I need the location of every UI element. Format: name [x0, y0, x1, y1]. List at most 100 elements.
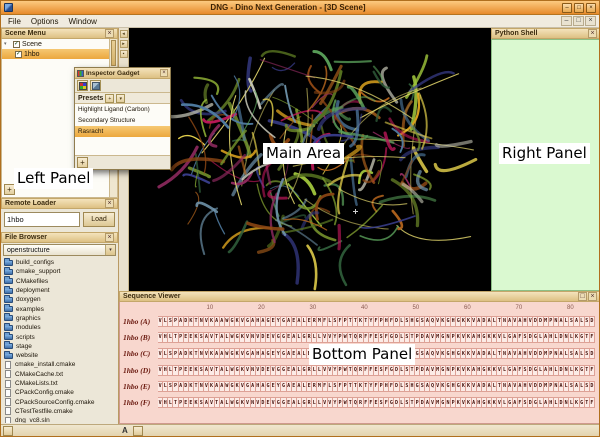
minimize-button[interactable]: –	[562, 3, 572, 13]
file-browser-item[interactable]: doxygen	[1, 295, 118, 304]
file-browser-item[interactable]: CMakefiles	[1, 277, 118, 286]
preset-item[interactable]: Rasracht	[75, 126, 170, 137]
close-icon[interactable]: ×	[105, 29, 114, 38]
file-icon	[5, 417, 11, 423]
statusbar: A	[1, 424, 600, 437]
residue-cell[interactable]: D	[589, 381, 595, 392]
panel-toggle-button-3[interactable]: ▪	[120, 50, 128, 58]
file-browser-item[interactable]: graphics	[1, 314, 118, 323]
preset-item[interactable]: Highlight Ligand (Carbon)	[75, 104, 170, 115]
menu-window[interactable]: Window	[63, 17, 101, 26]
residue-cell[interactable]: F	[589, 332, 595, 343]
file-browser-item[interactable]: CMakeLists.txt	[1, 379, 118, 388]
remote-loader-header[interactable]: Remote Loader ×	[1, 198, 118, 209]
load-button[interactable]: Load	[83, 212, 115, 227]
scrollbar-thumb[interactable]	[111, 40, 116, 66]
file-icon	[5, 389, 11, 397]
file-browser-item[interactable]: stage	[1, 342, 118, 351]
file-browser-item[interactable]: website	[1, 351, 118, 360]
render-mode-button[interactable]	[90, 80, 101, 91]
panel-toggle-button-1[interactable]: ◂	[120, 30, 128, 38]
annotation-bottom-panel: Bottom Panel	[309, 344, 415, 365]
file-browser-item[interactable]: scripts	[1, 332, 118, 341]
file-browser-item[interactable]: CPackConfig.cmake	[1, 388, 118, 397]
mdi-minimize-button[interactable]: –	[561, 16, 572, 26]
chain-label[interactable]: 1hbo (C)	[120, 349, 158, 358]
node-label: 1hbo	[24, 51, 40, 58]
folder-icon	[4, 269, 13, 275]
file-name: website	[16, 352, 38, 359]
close-icon[interactable]: ×	[160, 69, 168, 77]
window-title: DNG - Dino Next Generation - [3D Scene]	[16, 3, 560, 12]
inspector-footer: +	[75, 155, 170, 169]
python-shell-header[interactable]: Python Shell ×	[491, 28, 600, 39]
file-browser-item[interactable]: cmake_install.cmake	[1, 360, 118, 369]
chain-label[interactable]: 1hbo (F)	[120, 398, 158, 407]
file-browser-item[interactable]: build_configs	[1, 258, 118, 267]
scene-menu-header[interactable]: Scene Menu ×	[1, 28, 118, 39]
mdi-restore-button[interactable]: □	[573, 16, 584, 26]
file-browser-header[interactable]: File Browser ×	[1, 232, 118, 243]
folder-combobox[interactable]: openstructure ▾	[3, 244, 116, 256]
preset-item[interactable]: Secondary Structure	[75, 115, 170, 126]
sequence-ruler: 1020304050607080	[161, 305, 600, 313]
node-checkbox[interactable]: ✓	[15, 51, 22, 58]
ruler-number: 70	[516, 305, 523, 311]
residue-cell[interactable]: F	[589, 397, 595, 408]
file-browser-item[interactable]: modules	[1, 323, 118, 332]
inspector-titlebar[interactable]: Inspector Gadget ×	[75, 68, 170, 79]
chain-label[interactable]: 1hbo (B)	[120, 333, 158, 342]
remote-loader-panel: Remote Loader × Load	[1, 198, 118, 232]
close-icon[interactable]: ×	[105, 233, 114, 242]
file-browser-item[interactable]: deployment	[1, 286, 118, 295]
sequence-viewer-header[interactable]: Sequence Viewer □ ×	[119, 291, 600, 302]
folder-icon	[4, 297, 13, 303]
file-browser-item[interactable]: CMakeCache.txt	[1, 370, 118, 379]
file-browser-item[interactable]: CPackSourceConfig.cmake	[1, 397, 118, 406]
menu-file[interactable]: File	[3, 17, 26, 26]
pdb-id-input[interactable]	[4, 212, 80, 227]
chain-label[interactable]: 1hbo (E)	[120, 382, 158, 391]
sequence-row: 1hbo (E)VLSPADKTNVKAAWGKVGAHAGEYGAEALERM…	[120, 378, 600, 394]
residue-cell[interactable]: D	[589, 348, 595, 359]
residue-cell[interactable]: F	[589, 365, 595, 376]
mdi-controls: – □ ×	[560, 16, 597, 26]
file-browser-item[interactable]: cmake_support	[1, 267, 118, 276]
preset-list: Highlight Ligand (Carbon)Secondary Struc…	[75, 104, 170, 155]
maximize-icon[interactable]: □	[578, 292, 587, 301]
display-mode-button[interactable]	[133, 426, 143, 436]
menu-options[interactable]: Options	[26, 17, 64, 26]
console-toggle-button[interactable]	[3, 426, 13, 436]
inspector-window[interactable]: Inspector Gadget × Presets + ▾ Highlight…	[74, 67, 171, 170]
titlebar[interactable]: DNG - Dino Next Generation - [3D Scene] …	[1, 1, 599, 15]
mdi-close-button[interactable]: ×	[585, 16, 596, 26]
expander-icon[interactable]: ▾	[4, 41, 11, 47]
sequence-viewer-title: Sequence Viewer	[123, 293, 180, 300]
folder-icon	[4, 288, 13, 294]
file-name: CMakeCache.txt	[15, 371, 63, 378]
add-preset-button[interactable]: +	[105, 94, 114, 103]
add-button[interactable]: +	[77, 157, 88, 168]
close-icon[interactable]: ×	[588, 292, 597, 301]
file-name: dng_vc8.sln	[15, 417, 50, 423]
scene-root-row[interactable]: ▾ ✓ Scene	[2, 39, 117, 49]
close-icon[interactable]: ×	[588, 29, 597, 38]
chain-label[interactable]: 1hbo (A)	[120, 317, 158, 326]
python-shell-input-area[interactable]	[491, 39, 600, 291]
residue-cell[interactable]: D	[589, 316, 595, 327]
color-palette-button[interactable]	[77, 80, 88, 91]
chevron-down-icon[interactable]: ▾	[116, 94, 125, 103]
ruler-number: 30	[310, 305, 317, 311]
file-browser-item[interactable]: examples	[1, 304, 118, 313]
font-size-indicator[interactable]: A	[122, 426, 128, 435]
scene-node-1hbo[interactable]: ✓ 1hbo	[2, 49, 117, 59]
close-button[interactable]: ×	[586, 3, 596, 13]
presets-header[interactable]: Presets + ▾	[75, 93, 170, 104]
scene-checkbox[interactable]: ✓	[13, 41, 20, 48]
file-browser-item[interactable]: dng_vc8.sln	[1, 416, 118, 423]
close-icon[interactable]: ×	[105, 199, 114, 208]
file-browser-item[interactable]: CTestTestfile.cmake	[1, 407, 118, 416]
chain-label[interactable]: 1hbo (D)	[120, 366, 158, 375]
panel-toggle-button-2[interactable]: ▸	[120, 40, 128, 48]
maximize-button[interactable]: □	[574, 3, 584, 13]
